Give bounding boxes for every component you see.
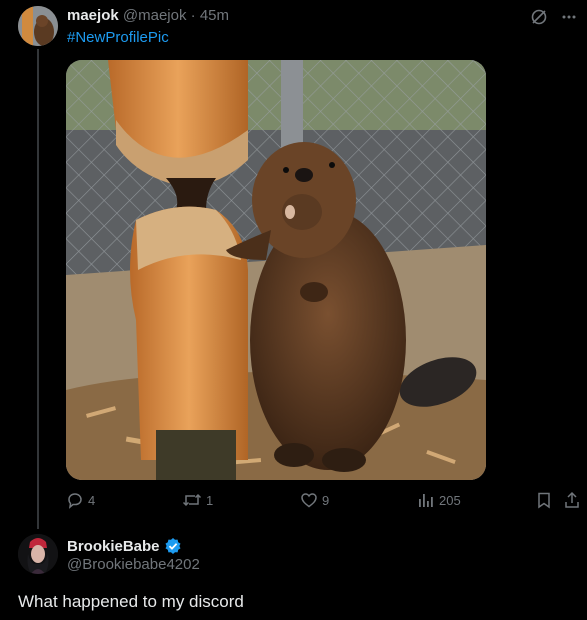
- tweet-header: maejok @maejok · 45m: [67, 7, 229, 25]
- repost-icon: [182, 493, 202, 507]
- reply-author-name[interactable]: BrookieBabe: [67, 538, 160, 555]
- reply-author-handle[interactable]: @Brookiebabe4202: [67, 556, 200, 573]
- profile-avatar-icon: [18, 534, 58, 574]
- like-button[interactable]: 9: [300, 491, 329, 509]
- verified-badge-icon: [165, 538, 181, 554]
- reply-text: What happened to my discord: [18, 592, 244, 611]
- share-button[interactable]: [563, 491, 581, 509]
- views-button[interactable]: 205: [417, 491, 461, 509]
- hashtag-link[interactable]: #NewProfilePic: [67, 29, 169, 46]
- tweet-media-image[interactable]: [66, 60, 486, 480]
- beaver-photo-icon: [66, 60, 486, 480]
- reply-author: BrookieBabe: [67, 537, 182, 555]
- view-count: 205: [439, 492, 461, 508]
- separator: ·: [190, 7, 196, 24]
- heart-icon: [301, 493, 317, 508]
- reply-icon: [68, 493, 82, 509]
- like-count: 9: [322, 492, 330, 508]
- avatar[interactable]: [18, 6, 58, 46]
- thread-line: [37, 49, 39, 529]
- reply-button[interactable]: 4: [66, 491, 95, 509]
- bookmark-icon: [538, 492, 550, 509]
- more-options-icon[interactable]: [559, 7, 579, 27]
- author-handle[interactable]: @maejok: [123, 7, 187, 24]
- timestamp[interactable]: 45m: [200, 7, 229, 24]
- tweet-actions: 4 1 9 205: [66, 491, 587, 513]
- reply-count: 4: [88, 492, 96, 508]
- reply-avatar[interactable]: [18, 534, 58, 574]
- share-icon: [565, 491, 579, 508]
- bookmark-button[interactable]: [535, 491, 553, 509]
- repost-button[interactable]: 1: [182, 491, 213, 509]
- author-name[interactable]: maejok: [67, 7, 119, 24]
- repost-count: 1: [206, 492, 214, 508]
- views-icon: [419, 494, 433, 507]
- grok-icon[interactable]: [529, 7, 549, 27]
- beaver-avatar-icon: [18, 6, 58, 46]
- header-icons: [529, 7, 579, 27]
